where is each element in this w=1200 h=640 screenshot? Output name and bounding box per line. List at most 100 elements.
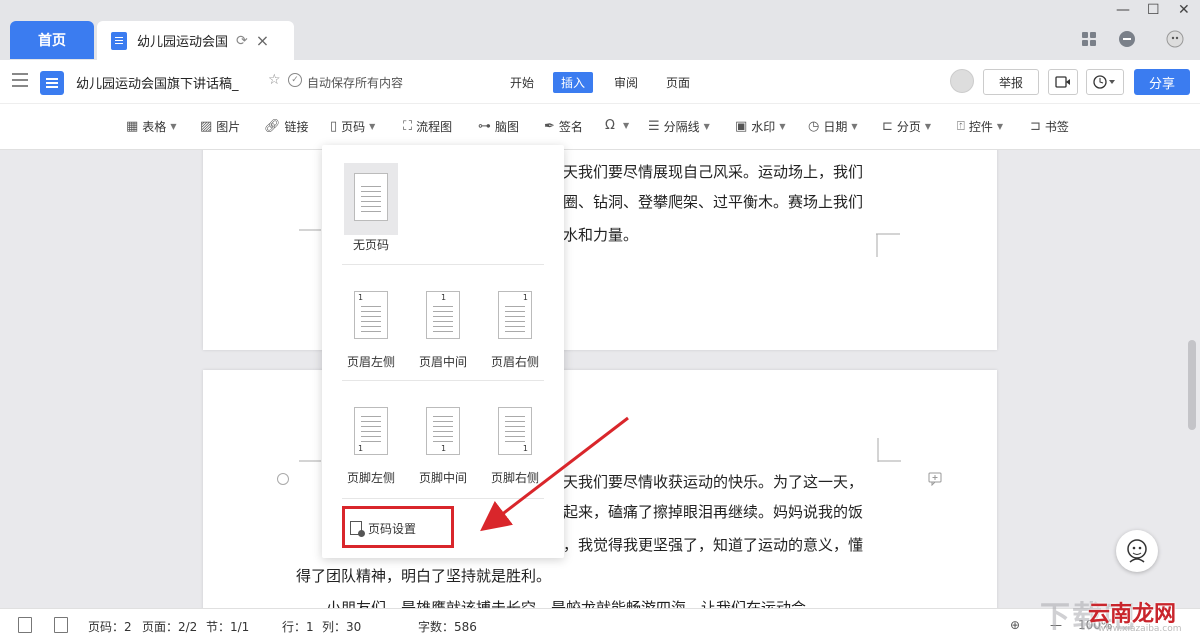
caret-down-icon: ▼	[996, 122, 1003, 131]
margin-mark	[877, 438, 901, 462]
hamburger-menu-icon[interactable]	[12, 73, 28, 87]
page-thumbnail-icon	[354, 173, 388, 221]
status-line: 行：1	[282, 620, 314, 634]
window-close-icon[interactable]: ✕	[1178, 2, 1190, 18]
toolbar-date-label: 日期	[823, 120, 848, 134]
margin-mark	[876, 233, 900, 257]
bookmark-icon: ⊐	[1030, 119, 1041, 134]
document-title[interactable]: 幼儿园运动会国旗下讲话稿_	[76, 73, 239, 92]
toolbar-divider-label: 分隔线	[663, 120, 700, 134]
menu-insert[interactable]: 插入	[553, 72, 594, 93]
clock-icon: ◷	[808, 119, 820, 134]
separator	[342, 264, 544, 265]
video-icon[interactable]	[1048, 69, 1078, 95]
option-footer-center[interactable]: 1 页脚中间	[414, 407, 472, 486]
option-label: 页眉右侧	[490, 355, 539, 369]
toolbar-divider[interactable]: ☰ 分隔线 ▼	[648, 118, 710, 135]
share-button[interactable]: 分享	[1134, 69, 1190, 95]
toolbar-date[interactable]: ◷ 日期 ▼	[808, 118, 858, 135]
avatar[interactable]	[950, 69, 974, 93]
watermark-icon: ▣	[735, 119, 748, 134]
option-label: 无页码	[352, 238, 389, 252]
option-label: 页眉中间	[418, 355, 467, 369]
toolbar-page-number-label: 页码	[341, 120, 366, 134]
paragraph-line: 天我们要尽情展现自己风采。运动场上，我们	[563, 163, 864, 181]
menu-bar: 幼儿园运动会国旗下讲话稿_ ☆ ✓ 自动保存所有内容 开始 插入 审阅 页面 举…	[0, 60, 1200, 104]
option-header-right[interactable]: 1 页眉右侧	[486, 291, 544, 370]
apps-grid-icon[interactable]	[1080, 30, 1098, 48]
page-view-icon[interactable]	[54, 617, 68, 633]
toolbar-watermark[interactable]: ▣ 水印 ▼	[735, 118, 785, 135]
menu-page[interactable]: 页面	[658, 72, 698, 93]
toolbar-image[interactable]: ▨ 图片	[200, 118, 240, 135]
status-word-count: 字数：586	[418, 620, 477, 634]
margin-mark	[299, 229, 321, 231]
separator	[342, 380, 544, 381]
status-page: 页面：2/2	[142, 620, 198, 634]
caret-down-icon: ▼	[779, 122, 786, 131]
signature-icon: ✒	[544, 119, 555, 134]
page-thumbnail-icon: 1	[426, 407, 460, 455]
toolbar-control[interactable]: ⍐ 控件 ▼	[957, 118, 1003, 135]
toolbar-flowchart-label: 流程图	[416, 120, 453, 134]
toolbar-mindmap-label: 脑图	[495, 120, 520, 134]
toolbar-mindmap[interactable]: ⊶ 脑图	[478, 118, 519, 135]
status-section: 节：1/1	[206, 620, 250, 634]
tab-home[interactable]: 首页	[10, 21, 94, 59]
toolbar-page-number[interactable]: ▯ 页码 ▼	[330, 118, 375, 135]
menu-start[interactable]: 开始	[502, 72, 542, 93]
toolbar-table-label: 表格	[142, 120, 167, 134]
page-thumbnail-icon: 1	[354, 291, 388, 339]
toolbar-signature[interactable]: ✒ 签名	[544, 118, 583, 135]
toolbar-bookmark[interactable]: ⊐ 书签	[1030, 118, 1069, 135]
tab-document[interactable]: 幼儿园运动会国 ⟳ ×	[97, 21, 294, 60]
document-icon	[111, 31, 127, 50]
toolbar-symbol[interactable]: Ω ▼	[605, 118, 629, 133]
status-column: 列：30	[322, 620, 362, 634]
vertical-scrollbar[interactable]	[1188, 340, 1196, 430]
option-label: 页脚左侧	[346, 471, 395, 485]
option-footer-left[interactable]: 1 页脚左侧	[342, 407, 400, 486]
control-icon: ⍐	[957, 119, 965, 134]
annotation-arrow-icon	[480, 416, 629, 532]
history-clock-icon[interactable]	[1086, 69, 1124, 95]
user-avatar-icon[interactable]	[1166, 30, 1184, 48]
option-label: 页脚中间	[418, 471, 467, 485]
link-icon: 🔗︎	[264, 119, 281, 134]
chat-icon[interactable]	[1118, 30, 1136, 48]
globe-icon[interactable]: ⊕	[1010, 618, 1020, 632]
minimize-icon[interactable]: —	[1116, 2, 1130, 18]
divider-icon: ☰	[648, 119, 660, 134]
toolbar-link[interactable]: 🔗︎ 链接	[264, 118, 309, 135]
toolbar-flowchart[interactable]: ⛶ 流程图	[403, 118, 452, 135]
page-thumbnail-icon: 1	[498, 291, 532, 339]
paragraph-handle-icon[interactable]	[277, 473, 289, 485]
report-button[interactable]: 举报	[983, 69, 1039, 95]
status-bar: 页码：2 页面：2/2 节：1/1 行：1 列：30 字数：586 ⊕ — 10…	[0, 608, 1200, 640]
toolbar-signature-label: 签名	[558, 120, 583, 134]
toolbar-watermark-label: 水印	[751, 120, 776, 134]
toolbar-image-label: 图片	[216, 120, 241, 134]
site-url: www.xiazaiba.com	[1098, 624, 1182, 634]
autosave-status: 自动保存所有内容	[307, 76, 404, 90]
toolbar-link-label: 链接	[284, 120, 309, 134]
outline-icon[interactable]	[18, 617, 32, 633]
caret-down-icon: ▼	[703, 122, 710, 131]
close-icon[interactable]: ×	[256, 31, 269, 50]
annotation-highlight-box	[342, 506, 454, 548]
comment-add-icon[interactable]	[928, 472, 942, 489]
toolbar-table[interactable]: ▦ 表格 ▼	[126, 118, 176, 135]
option-header-center[interactable]: 1 页眉中间	[414, 291, 472, 370]
star-icon[interactable]: ☆	[268, 72, 281, 88]
option-header-left[interactable]: 1 页眉左侧	[342, 291, 400, 370]
maximize-icon[interactable]: ☐	[1147, 2, 1160, 18]
assistant-icon[interactable]	[1116, 530, 1158, 572]
flowchart-icon: ⛶	[403, 119, 413, 134]
refresh-icon[interactable]: ⟳	[236, 33, 248, 49]
insert-toolbar: ▦ 表格 ▼ ▨ 图片 🔗︎ 链接 ▯ 页码 ▼ ⛶ 流程图 ⊶ 脑图 ✒ 签名…	[0, 104, 1200, 150]
toolbar-page-break[interactable]: ⊏ 分页 ▼	[882, 118, 931, 135]
toolbar-page-break-label: 分页	[896, 120, 921, 134]
option-no-page-number[interactable]: 无页码	[342, 173, 400, 253]
menu-review[interactable]: 审阅	[606, 72, 646, 93]
toolbar-bookmark-label: 书签	[1044, 120, 1069, 134]
